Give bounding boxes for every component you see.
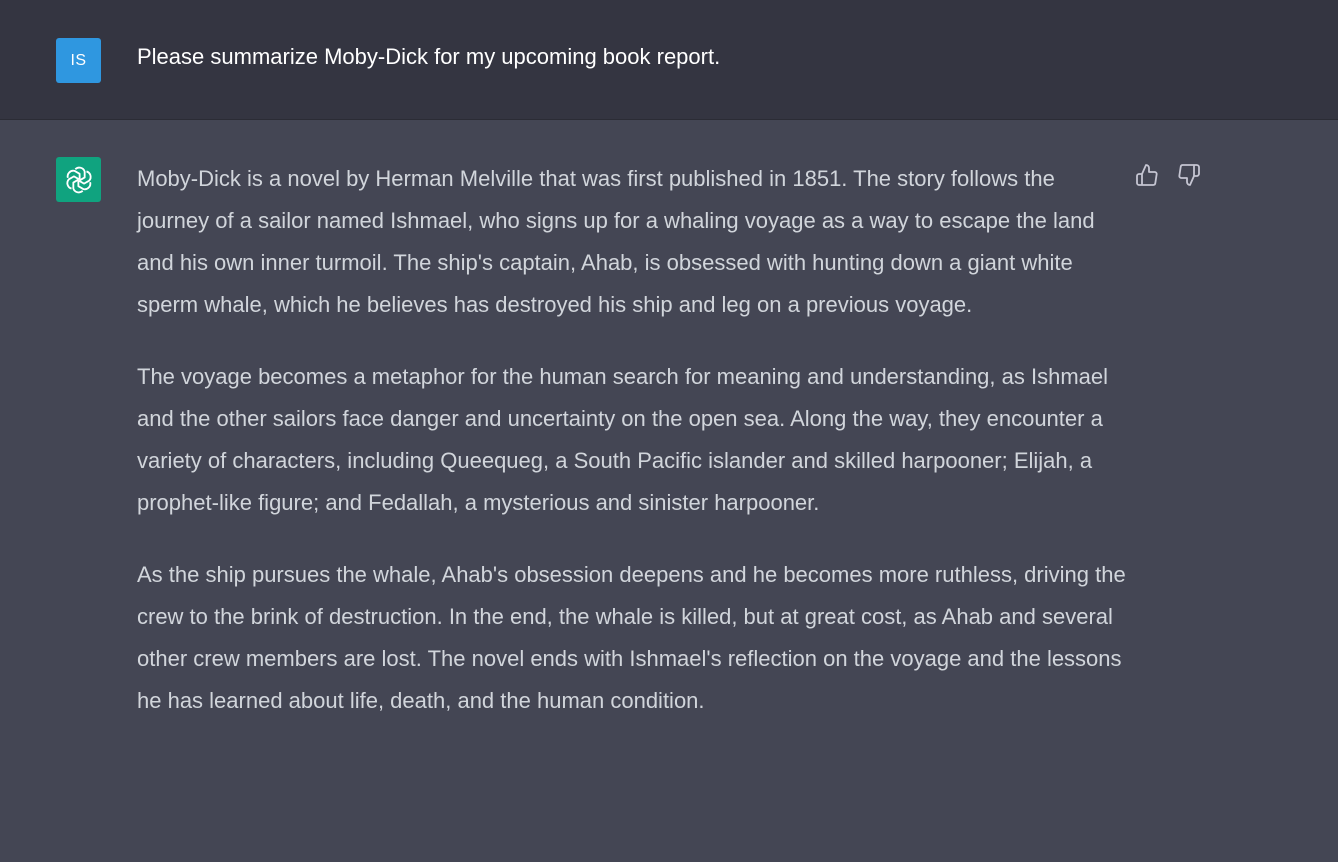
user-message-row: IS Please summarize Moby-Dick for my upc… [0, 0, 1338, 120]
assistant-paragraph: Moby-Dick is a novel by Herman Melville … [137, 166, 1095, 317]
user-avatar: IS [56, 38, 101, 83]
thumbs-up-icon [1136, 164, 1158, 186]
user-avatar-initials: IS [70, 51, 87, 69]
thumbs-down-icon [1178, 164, 1200, 186]
user-message-text: Please summarize Moby-Dick for my upcomi… [137, 44, 721, 69]
thumbs-down-button[interactable] [1174, 160, 1204, 190]
assistant-paragraph: The voyage becomes a metaphor for the hu… [137, 364, 1109, 515]
openai-logo-icon [65, 166, 92, 193]
assistant-paragraph: As the ship pursues the whale, Ahab's ob… [137, 562, 1126, 713]
assistant-avatar [56, 157, 101, 202]
assistant-message-text: Moby-Dick is a novel by Herman Melville … [137, 158, 1127, 752]
assistant-message-row: Moby-Dick is a novel by Herman Melville … [0, 120, 1338, 862]
thumbs-up-button[interactable] [1132, 160, 1162, 190]
